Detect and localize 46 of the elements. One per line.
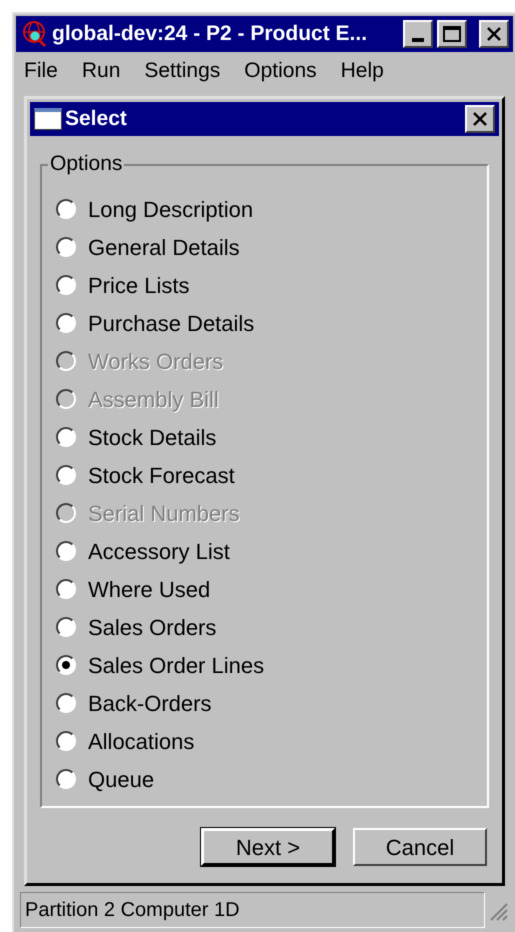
radio-button[interactable] — [56, 237, 76, 257]
radio-button[interactable] — [56, 731, 76, 751]
close-button[interactable] — [479, 20, 509, 48]
radio-label[interactable]: Stock Details — [88, 420, 216, 454]
radio-label[interactable]: Sales Orders — [88, 610, 216, 644]
radio-button[interactable] — [56, 199, 76, 219]
radio-label[interactable]: Purchase Details — [88, 306, 254, 340]
menu-item[interactable]: File — [24, 55, 58, 87]
radio-button[interactable] — [56, 541, 76, 561]
radio-button[interactable] — [56, 579, 76, 599]
close-icon — [472, 111, 488, 127]
radio-label[interactable]: Allocations — [88, 724, 194, 758]
window-title: global-dev:24 - P2 - Product E... — [52, 21, 368, 48]
radio-label[interactable]: Accessory List — [88, 534, 230, 568]
radio-label[interactable]: Price Lists — [88, 268, 190, 302]
maximize-icon — [443, 26, 461, 42]
radio-button[interactable] — [56, 465, 76, 485]
globe-icon — [22, 20, 48, 48]
radio-label[interactable]: General Details — [88, 230, 240, 264]
menu-item[interactable]: Settings — [144, 55, 220, 87]
radio-button[interactable] — [56, 313, 76, 333]
menu-item[interactable]: Run — [82, 55, 120, 87]
maximize-button[interactable] — [437, 20, 467, 48]
menu-item[interactable]: Help — [340, 55, 384, 87]
dialog-button[interactable]: Cancel — [353, 828, 487, 866]
minimize-icon — [412, 38, 424, 42]
radio-button[interactable] — [56, 769, 76, 789]
menu-item[interactable]: Options — [244, 55, 317, 87]
radio-label[interactable]: Stock Forecast — [88, 458, 235, 492]
close-icon — [486, 26, 502, 42]
radio-label[interactable]: Queue — [88, 762, 154, 796]
radio-button[interactable] — [56, 617, 76, 637]
dialog-title: Select — [65, 106, 128, 132]
close-button[interactable] — [465, 105, 495, 133]
radio-button[interactable] — [56, 655, 76, 675]
radio-label[interactable]: Where Used — [88, 572, 210, 606]
radio-label[interactable]: Long Description — [88, 192, 254, 226]
minimize-button[interactable] — [403, 20, 433, 48]
radio-label[interactable]: Back-Orders — [88, 686, 212, 720]
radio-label[interactable]: Sales Order Lines — [88, 648, 264, 682]
radio-button[interactable] — [56, 427, 76, 447]
radio-button[interactable] — [56, 275, 76, 295]
window-icon — [34, 108, 62, 130]
status-bar: Partition 2 Computer 1D — [20, 892, 485, 928]
dialog-button[interactable]: Next > — [201, 828, 335, 866]
radio-button[interactable] — [56, 693, 76, 713]
